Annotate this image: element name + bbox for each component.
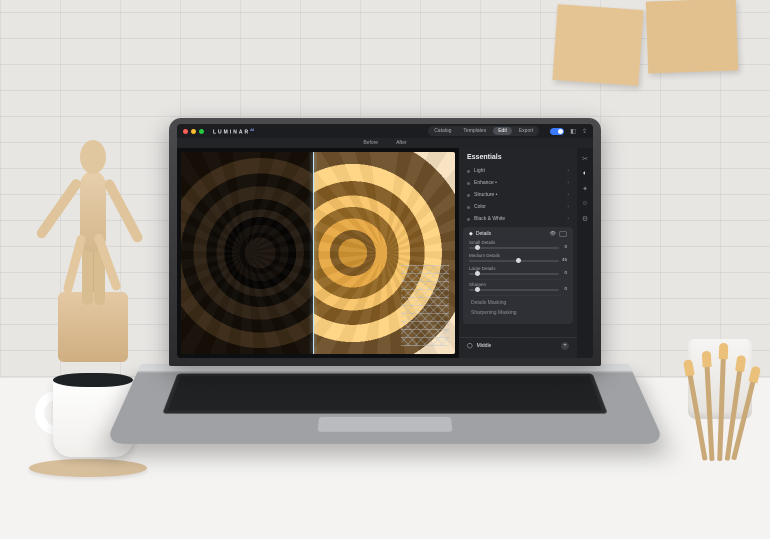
chevron-right-icon: ›	[567, 192, 569, 198]
advanced-settings-icon[interactable]	[559, 231, 567, 237]
window-close-icon[interactable]	[183, 129, 188, 134]
desk-scene: LUMINARAI Catalog Templates Edit Export …	[0, 0, 770, 539]
dot-icon	[467, 218, 470, 221]
preview-toggle[interactable]	[550, 128, 564, 135]
laptop-base	[105, 364, 665, 444]
keyboard	[162, 374, 608, 414]
slider-thumb[interactable]	[475, 271, 480, 276]
tool-color[interactable]: Color ›	[459, 201, 577, 213]
window-minimize-icon[interactable]	[191, 129, 196, 134]
visibility-toggle-icon[interactable]: 👁	[550, 231, 556, 237]
laptop: LUMINARAI Catalog Templates Edit Export …	[169, 118, 601, 472]
pro-icon[interactable]: ⚙	[581, 214, 590, 223]
laptop-bezel: LUMINARAI Catalog Templates Edit Export …	[169, 118, 601, 366]
tools-panel: Essentials Light › Enhance • ›	[459, 148, 577, 358]
compare-before[interactable]: Before	[363, 140, 378, 146]
compare-bar: Before After	[177, 138, 593, 148]
divider	[475, 295, 561, 296]
slider[interactable]: 45	[469, 259, 567, 263]
tool-label: Details	[476, 231, 491, 237]
slider-thumb[interactable]	[475, 245, 480, 250]
tool-label: Enhance •	[474, 180, 497, 186]
image-canvas[interactable]	[177, 148, 459, 358]
slider-medium-details: Medium Details 45	[469, 253, 567, 263]
crop-icon[interactable]: ✂	[581, 154, 590, 163]
slider-small-details: Small Details 0	[469, 240, 567, 250]
slider-value: 0	[564, 244, 567, 249]
dot-icon	[467, 194, 470, 197]
slider-label: Sharpen	[469, 282, 567, 287]
tool-label: Structure •	[474, 192, 497, 198]
mode-templates[interactable]: Templates	[458, 127, 491, 135]
slider-value: 45	[562, 257, 567, 262]
chevron-right-icon: ›	[567, 180, 569, 186]
quick-preview-icon[interactable]: ◧	[570, 128, 576, 135]
panel-title: Essentials	[459, 152, 577, 165]
photo-after	[313, 152, 455, 354]
slider-label: Large Details	[469, 266, 567, 271]
layer-label: Middle	[477, 343, 492, 349]
portrait-icon[interactable]: ☺	[581, 199, 590, 208]
tool-label: Black & White	[474, 216, 505, 222]
tool-enhance[interactable]: Enhance • ›	[459, 177, 577, 189]
trackpad	[317, 417, 452, 432]
slider-thumb[interactable]	[475, 287, 480, 292]
tool-light[interactable]: Light ›	[459, 165, 577, 177]
screen: LUMINARAI Catalog Templates Edit Export …	[177, 124, 593, 358]
dot-icon	[467, 182, 470, 185]
sub-sharpening-masking[interactable]: Sharpening Masking	[469, 308, 567, 318]
slider-value: 0	[564, 270, 567, 275]
modified-indicator: •	[494, 180, 497, 186]
scaffolding	[401, 265, 449, 346]
luminar-app: LUMINARAI Catalog Templates Edit Export …	[177, 124, 593, 358]
share-icon[interactable]: ⇪	[582, 128, 587, 135]
slider[interactable]: 0	[469, 288, 567, 292]
sticky-note	[646, 0, 738, 74]
modified-indicator: •	[494, 192, 497, 198]
add-layer-icon[interactable]: +	[561, 342, 569, 350]
edited-photo	[181, 152, 455, 354]
creative-icon[interactable]: ✦	[581, 184, 590, 193]
tool-label: Color	[474, 204, 486, 210]
slider-large-details: Large Details 0	[469, 266, 567, 276]
divider	[475, 279, 561, 280]
tool-bw[interactable]: Black & White ›	[459, 213, 577, 225]
sub-details-masking[interactable]: Details Masking	[469, 298, 567, 308]
tool-label: Light	[474, 168, 485, 174]
layer-row[interactable]: ◯ Middle +	[459, 337, 577, 354]
essentials-icon[interactable]: ◐	[581, 169, 590, 178]
titlebar: LUMINARAI Catalog Templates Edit Export …	[177, 124, 593, 138]
tool-details-open: ◆ Details 👁 Small Details	[463, 227, 573, 324]
workarea: Essentials Light › Enhance • ›	[177, 148, 593, 358]
slider-label: Small Details	[469, 240, 567, 245]
brand-label: LUMINARAI	[213, 127, 254, 136]
mode-switcher: Catalog Templates Edit Export	[428, 126, 539, 136]
mode-edit[interactable]: Edit	[493, 127, 512, 135]
dot-icon	[467, 170, 470, 173]
chevron-right-icon: ›	[567, 216, 569, 222]
mode-catalog[interactable]: Catalog	[429, 127, 456, 135]
details-icon: ◆	[469, 231, 473, 237]
chevron-right-icon: ›	[567, 168, 569, 174]
window-zoom-icon[interactable]	[199, 129, 204, 134]
slider-thumb[interactable]	[516, 258, 521, 263]
compare-after[interactable]: After	[396, 140, 407, 146]
slider-sharpen: Sharpen 0	[469, 282, 567, 292]
dot-icon	[467, 206, 470, 209]
layer-icon: ◯	[467, 343, 473, 349]
slider[interactable]: 0	[469, 272, 567, 276]
wooden-mannequin	[48, 22, 168, 362]
tool-structure[interactable]: Structure • ›	[459, 189, 577, 201]
slider[interactable]: 0	[469, 246, 567, 250]
compare-divider[interactable]	[313, 152, 314, 354]
mode-export[interactable]: Export	[514, 127, 538, 135]
slider-value: 0	[564, 286, 567, 291]
photo-before	[181, 152, 313, 354]
category-strip: ✂ ◐ ✦ ☺ ⚙	[577, 148, 593, 358]
chevron-right-icon: ›	[567, 204, 569, 210]
sticky-note	[552, 4, 643, 86]
